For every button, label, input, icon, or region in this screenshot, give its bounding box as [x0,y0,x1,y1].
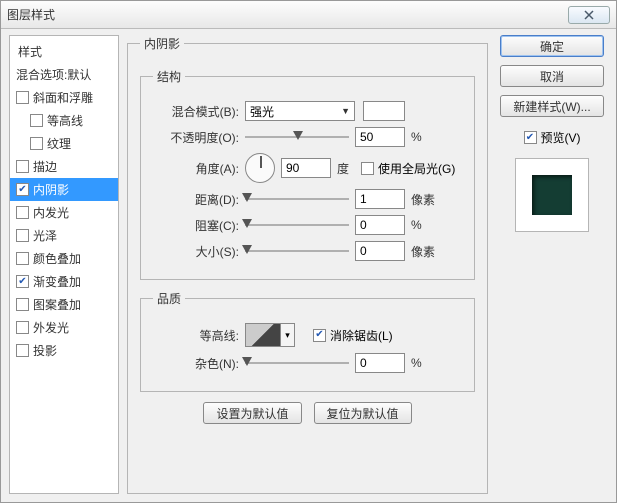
chevron-down-icon: ▾ [285,330,290,341]
make-default-button[interactable]: 设置为默认值 [203,402,301,424]
noise-input[interactable] [355,353,405,373]
close-button[interactable] [568,6,610,24]
structure-group: 结构 混合模式(B): 强光 ▼ 不透明度(O): [140,68,475,280]
sidebar-item[interactable]: 描边 [10,155,118,178]
noise-unit: % [411,356,422,370]
dialog-buttons: 确定 取消 新建样式(W)... 预览(V) [496,35,608,494]
sidebar-item[interactable]: 投影 [10,339,118,362]
preview-swatch [532,175,572,215]
size-slider[interactable] [245,242,349,260]
style-checkbox[interactable] [16,298,29,311]
style-checkbox[interactable] [16,206,29,219]
sidebar-item[interactable]: 等高线 [10,109,118,132]
size-input[interactable] [355,241,405,261]
sidebar-item[interactable]: 颜色叠加 [10,247,118,270]
contour-label: 等高线: [153,327,239,344]
style-checkbox[interactable] [16,91,29,104]
new-style-button[interactable]: 新建样式(W)... [500,95,604,117]
layer-style-dialog: 图层样式 样式 混合选项:默认 斜面和浮雕等高线纹理描边内阴影内发光光泽颜色叠加… [0,0,617,503]
global-light-checkbox[interactable] [361,162,374,175]
global-light-label: 使用全局光(G) [378,160,455,177]
window-title: 图层样式 [7,6,55,23]
preview-label: 预览(V) [541,129,581,146]
sidebar-item[interactable]: 纹理 [10,132,118,155]
style-checkbox[interactable] [16,183,29,196]
ok-button[interactable]: 确定 [500,35,604,57]
distance-label: 距离(D): [153,191,239,208]
size-unit: 像素 [411,243,435,260]
chevron-down-icon: ▼ [341,106,350,116]
distance-input[interactable] [355,189,405,209]
sidebar-item-label: 图案叠加 [33,296,81,313]
sidebar-item-label: 描边 [33,158,57,175]
close-icon [584,10,594,20]
sidebar-item-label: 外发光 [33,319,69,336]
angle-dial[interactable] [245,153,275,183]
cancel-button[interactable]: 取消 [500,65,604,87]
sidebar-item-label: 内发光 [33,204,69,221]
color-swatch[interactable] [363,101,405,121]
quality-title: 品质 [153,290,185,307]
inner-shadow-panel: 内阴影 结构 混合模式(B): 强光 ▼ [127,35,488,494]
opacity-input[interactable] [355,127,405,147]
antialias-label: 消除锯齿(L) [330,327,393,344]
style-checkbox[interactable] [30,137,43,150]
sidebar-item[interactable]: 渐变叠加 [10,270,118,293]
antialias-checkbox[interactable] [313,329,326,342]
angle-unit: 度 [337,160,349,177]
sidebar-item[interactable]: 内阴影 [10,178,118,201]
blend-mode-label: 混合模式(B): [153,103,239,120]
preview-checkbox[interactable] [524,131,537,144]
distance-unit: 像素 [411,191,435,208]
choke-unit: % [411,218,422,232]
sidebar-item-label: 渐变叠加 [33,273,81,290]
opacity-unit: % [411,130,422,144]
reset-default-button[interactable]: 复位为默认值 [314,402,412,424]
preview-box [515,158,589,232]
sidebar-item-blending[interactable]: 混合选项:默认 [10,63,118,86]
sidebar-item-label: 内阴影 [33,181,69,198]
sidebar-item[interactable]: 外发光 [10,316,118,339]
titlebar: 图层样式 [1,1,616,29]
noise-slider[interactable] [245,354,349,372]
style-checkbox[interactable] [16,160,29,173]
styles-sidebar: 样式 混合选项:默认 斜面和浮雕等高线纹理描边内阴影内发光光泽颜色叠加渐变叠加图… [9,35,119,494]
sidebar-header: 样式 [10,40,118,63]
style-checkbox[interactable] [16,275,29,288]
opacity-label: 不透明度(O): [153,129,239,146]
sidebar-item-label: 等高线 [47,112,83,129]
sidebar-item-label: 光泽 [33,227,57,244]
main-area: 内阴影 结构 混合模式(B): 强光 ▼ [127,35,488,494]
size-label: 大小(S): [153,243,239,260]
style-checkbox[interactable] [16,321,29,334]
sidebar-item-label: 颜色叠加 [33,250,81,267]
sidebar-item-label: 投影 [33,342,57,359]
sidebar-item[interactable]: 图案叠加 [10,293,118,316]
sidebar-item-label: 纹理 [47,135,71,152]
distance-slider[interactable] [245,190,349,208]
quality-group: 品质 等高线: ▾ 消除锯齿(L) 杂色(N): [140,290,475,392]
style-checkbox[interactable] [16,229,29,242]
sidebar-item[interactable]: 光泽 [10,224,118,247]
style-checkbox[interactable] [30,114,43,127]
blend-mode-combo[interactable]: 强光 ▼ [245,101,355,121]
opacity-slider[interactable] [245,128,349,146]
contour-picker[interactable] [245,323,281,347]
sidebar-item[interactable]: 内发光 [10,201,118,224]
sidebar-item-label: 斜面和浮雕 [33,89,93,106]
noise-label: 杂色(N): [153,355,239,372]
choke-label: 阻塞(C): [153,217,239,234]
angle-input[interactable] [281,158,331,178]
sidebar-item[interactable]: 斜面和浮雕 [10,86,118,109]
panel-title: 内阴影 [140,35,184,52]
structure-title: 结构 [153,68,185,85]
choke-slider[interactable] [245,216,349,234]
style-checkbox[interactable] [16,344,29,357]
contour-dropdown[interactable]: ▾ [281,323,295,347]
choke-input[interactable] [355,215,405,235]
angle-label: 角度(A): [153,160,239,177]
style-checkbox[interactable] [16,252,29,265]
